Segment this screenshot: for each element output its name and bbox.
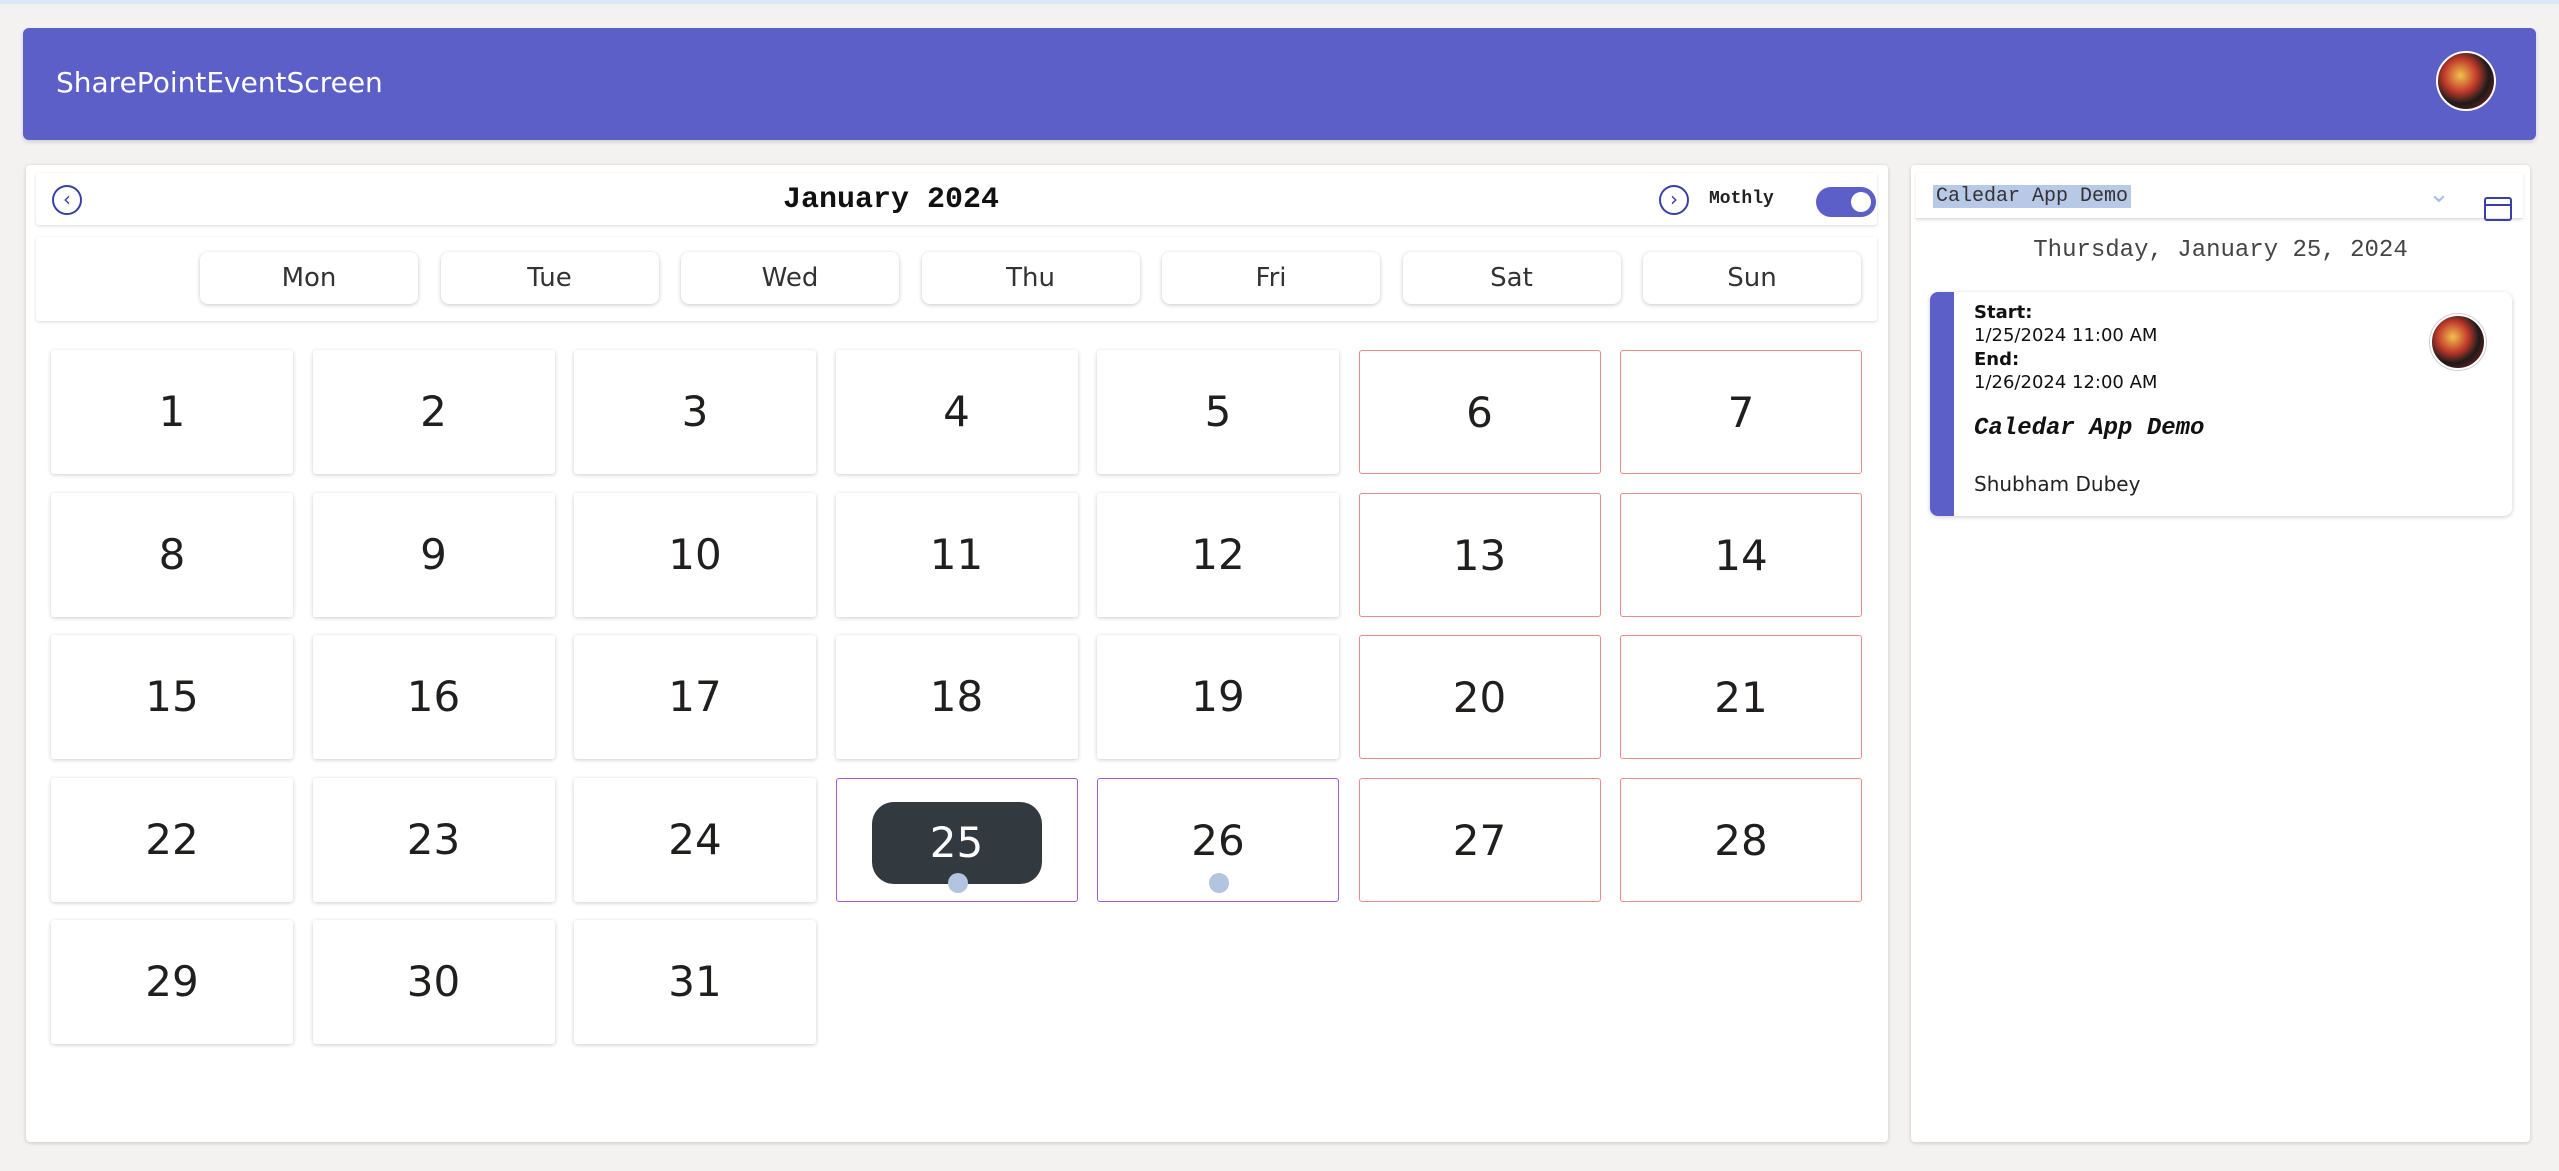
app-header: SharePointEventScreen bbox=[23, 28, 2536, 140]
day-cell[interactable]: 9 bbox=[312, 492, 555, 617]
day-number: 14 bbox=[1714, 530, 1768, 580]
day-cell[interactable]: 15 bbox=[51, 635, 293, 759]
weekday-header: Mon Tue Wed Thu Fri Sat Sun bbox=[36, 237, 1877, 321]
calendar-panel: ‹ January 2024 › Mothly Mon Tue Wed Thu Fri S… bbox=[26, 165, 1888, 1142]
event-end-label: End: bbox=[1974, 349, 2020, 370]
day-number: 1 bbox=[158, 387, 186, 436]
day-number: 10 bbox=[668, 529, 722, 579]
day-cell[interactable]: 22 bbox=[51, 777, 293, 902]
month-navigation-bar: ‹ January 2024 › Mothly bbox=[36, 173, 1877, 225]
event-owner-avatar bbox=[2430, 314, 2486, 370]
day-number: 6 bbox=[1466, 388, 1493, 437]
day-number: 12 bbox=[1191, 529, 1245, 579]
calendar-icon[interactable] bbox=[2484, 197, 2512, 221]
day-number: 9 bbox=[420, 529, 447, 579]
day-cell[interactable]: 11 bbox=[835, 492, 1078, 617]
event-title: Caledar App Demo bbox=[1974, 415, 2205, 442]
search-input-value[interactable]: Caledar App Demo bbox=[1933, 185, 2132, 208]
day-number: 19 bbox=[1191, 672, 1245, 721]
day-number: 17 bbox=[668, 672, 722, 721]
day-number: 18 bbox=[929, 672, 984, 721]
day-number: 28 bbox=[1714, 815, 1768, 865]
day-cell[interactable]: 1 bbox=[51, 350, 293, 474]
day-number: 31 bbox=[668, 957, 722, 1006]
day-number: 23 bbox=[406, 814, 461, 864]
event-card[interactable]: Start: 1/25/2024 11:00 AM End: 1/26/2024… bbox=[1930, 292, 2512, 516]
event-search-combobox[interactable]: Caledar App Demo ⌄ bbox=[1916, 173, 2523, 221]
day-number: 20 bbox=[1452, 673, 1507, 722]
day-cell[interactable]: 28 bbox=[1620, 777, 1862, 902]
day-number: 16 bbox=[406, 672, 461, 721]
day-number: 4 bbox=[943, 387, 970, 436]
day-cell[interactable]: 23 bbox=[312, 777, 555, 902]
day-cell[interactable]: 18 bbox=[835, 635, 1078, 759]
weekday-sun: Sun bbox=[1643, 252, 1861, 304]
day-number: 29 bbox=[145, 957, 199, 1006]
app-title: SharePointEventScreen bbox=[56, 66, 383, 99]
event-side-panel: Caledar App Demo ⌄ Thursday, January 25,… bbox=[1911, 165, 2530, 1142]
day-number: 5 bbox=[1204, 387, 1232, 436]
event-start-value: 1/25/2024 11:00 AM bbox=[1974, 325, 2158, 346]
day-cell[interactable]: 20 bbox=[1358, 635, 1601, 759]
day-cell[interactable]: 6 bbox=[1358, 350, 1601, 474]
day-cell[interactable]: 29 bbox=[51, 920, 293, 1044]
day-cell[interactable]: 16 bbox=[312, 635, 555, 759]
day-number: 22 bbox=[145, 814, 199, 864]
weekday-fri: Fri bbox=[1162, 252, 1380, 304]
day-cell[interactable]: 14 bbox=[1620, 492, 1862, 617]
day-number: 11 bbox=[929, 529, 984, 579]
top-strip bbox=[0, 0, 2559, 4]
day-cell[interactable]: 17 bbox=[574, 635, 816, 759]
day-cell[interactable]: 7 bbox=[1620, 350, 1862, 474]
day-cell[interactable]: 24 bbox=[574, 777, 816, 902]
day-cell[interactable]: 25 bbox=[835, 777, 1078, 902]
event-owner: Shubham Dubey bbox=[1974, 472, 2141, 496]
view-toggle-label: Mothly bbox=[1709, 189, 1774, 209]
day-number: 27 bbox=[1452, 815, 1507, 865]
day-cell[interactable]: 2 bbox=[312, 350, 555, 474]
chevron-down-icon[interactable]: ⌄ bbox=[2428, 179, 2450, 209]
weekday-mon: Mon bbox=[200, 252, 418, 304]
selected-date-label: Thursday, January 25, 2024 bbox=[2033, 237, 2408, 264]
day-number: 13 bbox=[1452, 530, 1507, 580]
weekday-tue: Tue bbox=[440, 252, 659, 304]
weekday-wed: Wed bbox=[681, 252, 899, 304]
toggle-knob bbox=[1851, 192, 1871, 212]
weekday-thu: Thu bbox=[921, 252, 1140, 304]
day-number: 30 bbox=[406, 957, 461, 1006]
day-number: 7 bbox=[1727, 388, 1755, 437]
user-avatar[interactable] bbox=[2436, 51, 2496, 111]
day-cell[interactable]: 3 bbox=[574, 350, 816, 474]
next-month-button[interactable]: › bbox=[1659, 185, 1689, 215]
day-number: 21 bbox=[1714, 673, 1768, 722]
day-cell[interactable]: 27 bbox=[1358, 777, 1601, 902]
monthly-view-toggle[interactable] bbox=[1816, 187, 1876, 217]
month-title: January 2024 bbox=[782, 183, 1000, 217]
event-indicator-dot bbox=[1209, 872, 1229, 893]
day-number: 26 bbox=[1191, 815, 1245, 865]
day-number: 2 bbox=[420, 387, 447, 436]
day-cell[interactable]: 5 bbox=[1097, 350, 1339, 474]
event-start-label: Start: bbox=[1974, 302, 2033, 323]
day-number: 8 bbox=[158, 529, 186, 579]
event-indicator-dot bbox=[947, 872, 968, 893]
day-cell[interactable]: 12 bbox=[1097, 492, 1339, 617]
day-number: 3 bbox=[681, 387, 709, 436]
day-cell[interactable]: 30 bbox=[312, 920, 555, 1044]
day-number: 25 bbox=[871, 802, 1042, 884]
day-cell[interactable]: 21 bbox=[1620, 635, 1862, 759]
day-cell[interactable]: 26 bbox=[1097, 777, 1339, 902]
day-cell[interactable]: 10 bbox=[574, 492, 816, 617]
day-number: 15 bbox=[145, 672, 199, 721]
day-number: 24 bbox=[668, 814, 722, 864]
weekday-sat: Sat bbox=[1402, 252, 1621, 304]
event-end-value: 1/26/2024 12:00 AM bbox=[1974, 372, 2158, 393]
event-accent-bar bbox=[1930, 292, 1954, 516]
day-cell[interactable]: 19 bbox=[1097, 635, 1339, 759]
day-cell[interactable]: 4 bbox=[835, 350, 1078, 474]
day-cell[interactable]: 13 bbox=[1358, 492, 1601, 617]
day-cell[interactable]: 8 bbox=[51, 492, 293, 617]
day-cell[interactable]: 31 bbox=[574, 920, 816, 1044]
